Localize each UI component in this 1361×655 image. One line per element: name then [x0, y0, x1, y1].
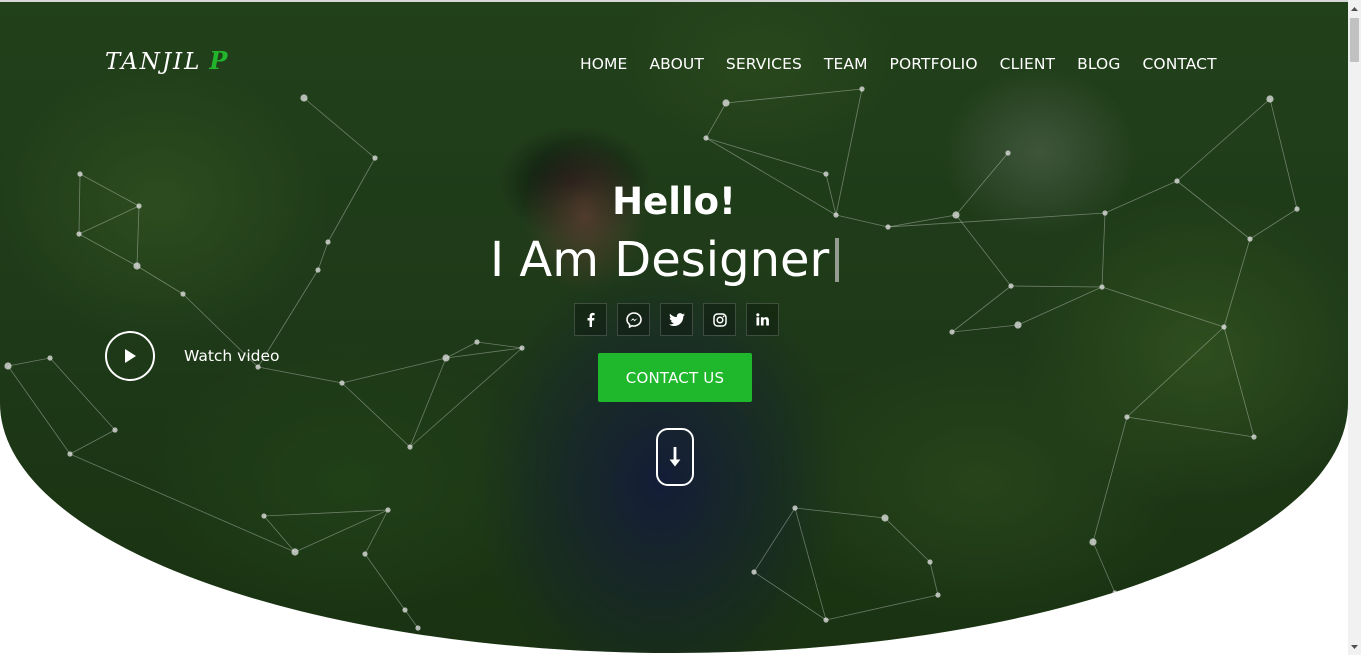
hero-section: TANJIL P HOME ABOUT SERVICES TEAM PORTFO…: [0, 2, 1348, 653]
typing-caret: [835, 238, 840, 282]
nav-team[interactable]: TEAM: [824, 54, 868, 76]
hero-typed-headline: I Am Designer: [490, 232, 840, 288]
linkedin-icon[interactable]: [746, 303, 779, 336]
watch-video[interactable]: Watch video: [105, 331, 280, 381]
typed-text: I Am Designer: [490, 232, 830, 288]
site-logo[interactable]: TANJIL P: [105, 46, 227, 78]
play-icon: [125, 349, 136, 363]
social-links: [574, 303, 779, 336]
twitter-icon[interactable]: [660, 303, 693, 336]
play-button[interactable]: [105, 331, 155, 381]
nav-contact[interactable]: CONTACT: [1142, 54, 1216, 76]
page-scrollbar[interactable]: [1348, 0, 1361, 655]
scroll-down-arrow-icon[interactable]: [1348, 640, 1361, 653]
logo-accent-letter: P: [209, 46, 228, 75]
nav-portfolio[interactable]: PORTFOLIO: [890, 54, 978, 76]
nav-blog[interactable]: BLOG: [1077, 54, 1120, 76]
page: TANJIL P HOME ABOUT SERVICES TEAM PORTFO…: [0, 0, 1361, 655]
messenger-icon[interactable]: [617, 303, 650, 336]
nav-home[interactable]: HOME: [580, 54, 627, 76]
instagram-icon[interactable]: [703, 303, 736, 336]
contact-us-button[interactable]: CONTACT US: [598, 353, 752, 402]
nav-services[interactable]: SERVICES: [726, 54, 802, 76]
facebook-icon[interactable]: [574, 303, 607, 336]
logo-text: TANJIL: [105, 49, 202, 75]
arrow-down-icon: [669, 447, 681, 467]
scroll-up-arrow-icon[interactable]: [1348, 2, 1361, 15]
nav-about[interactable]: ABOUT: [649, 54, 703, 76]
main-nav: HOME ABOUT SERVICES TEAM PORTFOLIO CLIEN…: [580, 54, 1217, 76]
nav-client[interactable]: CLIENT: [1000, 54, 1056, 76]
scrollbar-thumb[interactable]: [1350, 18, 1359, 62]
hero-greeting: Hello!: [612, 180, 736, 223]
scroll-down-button[interactable]: [656, 428, 694, 486]
watch-video-label: Watch video: [184, 347, 280, 365]
